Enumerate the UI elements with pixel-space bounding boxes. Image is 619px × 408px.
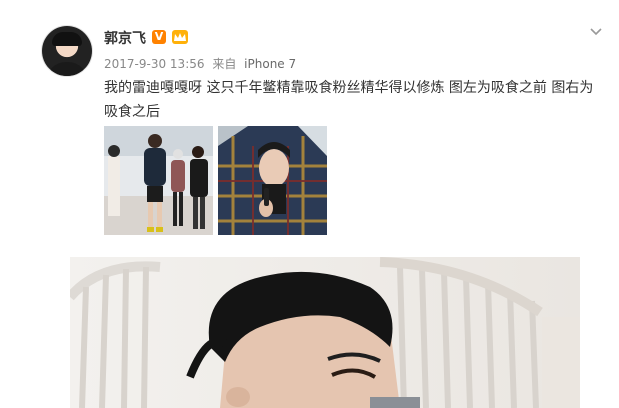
post-large-photo[interactable]	[70, 257, 580, 408]
vip-crown-icon	[172, 30, 188, 44]
timestamp[interactable]: 2017-9-30 13:56	[104, 57, 205, 71]
avatar[interactable]	[42, 26, 92, 76]
device-name: iPhone 7	[244, 57, 297, 71]
username[interactable]: 郭京飞	[104, 28, 146, 48]
post-header: 郭京飞 V 2017-9-30 13:56 来自 iPhone 7	[0, 0, 619, 80]
source-prefix: 来自	[212, 57, 237, 71]
thumbnail-left[interactable]	[104, 126, 213, 235]
post-text: 我的雷迪嘎嘎呀 这只千年鳖精靠吸食粉丝精华得以修炼 图左为吸食之前 图右为吸食之…	[104, 80, 594, 120]
verified-badge-icon: V	[152, 30, 166, 44]
chevron-down-icon[interactable]	[588, 24, 604, 38]
post-meta: 2017-9-30 13:56 来自 iPhone 7	[104, 55, 296, 72]
thumbnail-right[interactable]	[218, 126, 327, 235]
